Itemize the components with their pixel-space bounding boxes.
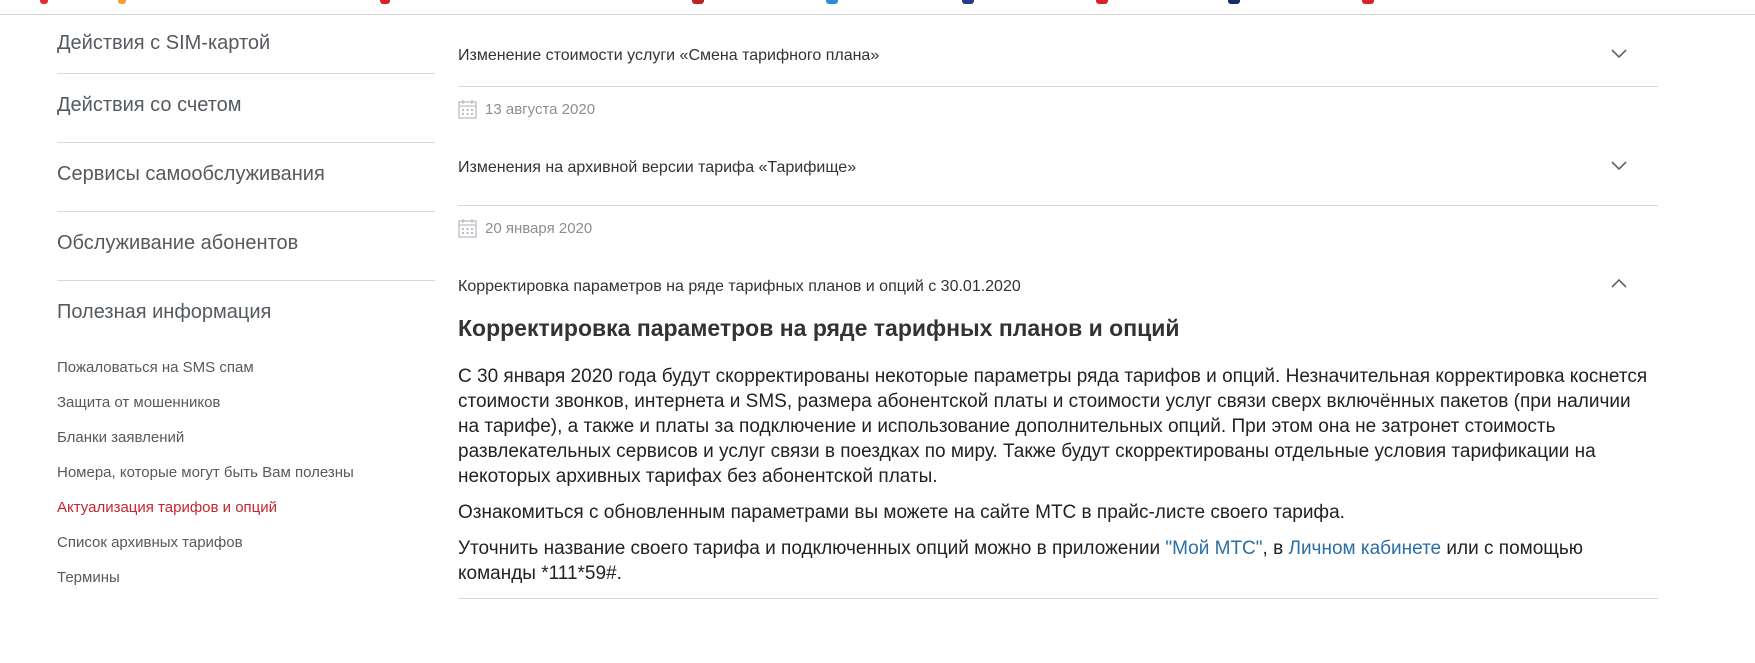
article-paragraph: Ознакомиться с обновленным параметрами в… [458,502,1345,523]
article-paragraph: Уточнить название своего тарифа и подклю… [458,536,1648,586]
calendar-icon [458,100,477,119]
chevron-down-icon [1611,49,1627,59]
sidebar-section-sim[interactable]: Действия с SIM-картой [57,14,435,74]
accordion-title: Корректировка параметров на ряде тарифны… [458,278,1021,295]
accordion-item-tarifische-archive[interactable]: Изменения на архивной версии тарифа «Тар… [458,135,1658,206]
sidebar-link-sms-spam[interactable]: Пожаловаться на SMS спам [57,350,435,385]
accordion-title: Изменения на архивной версии тарифа «Тар… [458,159,857,176]
page: Действия с SIM-картой Действия со счетом… [0,0,1755,663]
sidebar-section-subscriber-service[interactable]: Обслуживание абонентов [57,212,435,281]
sidebar-section-self-service[interactable]: Сервисы самообслуживания [57,143,435,212]
my-mts-app-link[interactable]: "Мой МТС" [1165,538,1262,559]
chevron-down-icon [1611,161,1627,171]
sidebar-link-fraud-protection[interactable]: Защита от мошенников [57,385,435,420]
sidebar-section-useful-info[interactable]: Полезная информация [57,281,435,350]
news-date: 13 августа 2020 [485,101,596,118]
personal-account-link[interactable]: Личном кабинете [1288,538,1441,559]
sidebar-section-account[interactable]: Действия со счетом [57,74,435,143]
sidebar-link-archive-tariffs[interactable]: Список архивных тарифов [57,525,435,560]
article-title: Корректировка параметров на ряде тарифны… [458,315,1180,341]
sidebar-link-tariff-update[interactable]: Актуализация тарифов и опций [57,490,435,525]
sidebar: Действия с SIM-картой Действия со счетом… [57,14,435,595]
accordion-item-tariff-change-cost[interactable]: Изменение стоимости услуги «Смена тарифн… [458,14,1658,87]
accordion-item-parameter-correction[interactable]: Корректировка параметров на ряде тарифны… [458,254,1658,314]
chevron-up-icon [1611,278,1627,288]
news-accordion: Изменение стоимости услуги «Смена тарифн… [458,14,1658,599]
article-paragraph: С 30 января 2020 года будут скорректиров… [458,366,1648,487]
sidebar-link-terms[interactable]: Термины [57,560,435,595]
accordion-content: Корректировка параметров на ряде тарифны… [458,314,1658,599]
text: , в [1262,538,1289,559]
sidebar-link-useful-numbers[interactable]: Номера, которые могут быть Вам полезны [57,455,435,490]
date-row: 20 января 2020 [458,206,1658,254]
sidebar-link-forms[interactable]: Бланки заявлений [57,420,435,455]
text: Уточнить название своего тарифа и подклю… [458,538,1166,559]
news-date: 20 января 2020 [485,220,593,237]
calendar-icon [458,219,477,238]
sidebar-sublinks: Пожаловаться на SMS спам Защита от мошен… [57,350,435,595]
accordion-title: Изменение стоимости услуги «Смена тарифн… [458,47,880,64]
bookmarks-bar [0,0,1755,15]
date-row: 13 августа 2020 [458,87,1658,135]
